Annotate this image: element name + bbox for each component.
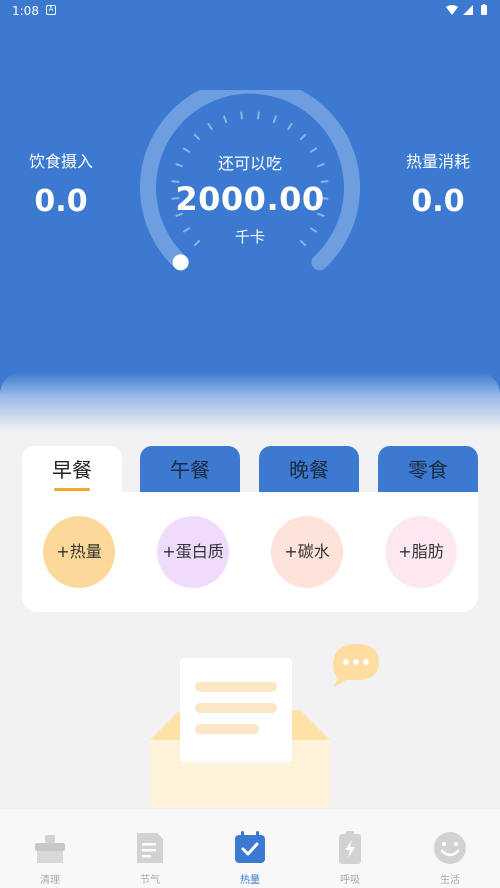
add-carbs-button[interactable]: +碳水 — [271, 516, 343, 588]
tab-lunch[interactable]: 午餐 — [140, 446, 240, 492]
tab-dinner[interactable]: 晚餐 — [259, 446, 359, 492]
gauge-tick — [223, 115, 228, 123]
status-time: 1:08 — [12, 4, 39, 18]
nav-label-calories: 热量 — [240, 875, 260, 886]
calendar-check-icon — [235, 831, 265, 863]
nav-label-clean: 清理 — [40, 875, 60, 886]
remaining-label: 还可以吃 — [217, 154, 282, 173]
nav-item-solar-terms[interactable]: 节气 — [100, 809, 200, 888]
tab-breakfast-label: 早餐 — [52, 458, 92, 482]
bottom-nav: 清理 节气 热量 呼吸 生活 — [0, 808, 500, 888]
add-protein-button[interactable]: +蛋白质 — [157, 516, 229, 588]
nav-item-breathe[interactable]: 呼吸 — [300, 809, 400, 888]
gauge-tick — [257, 111, 260, 120]
burned-stat: 热量消耗 0.0 — [378, 148, 498, 219]
header-fade — [0, 372, 500, 432]
burned-label: 热量消耗 — [405, 152, 470, 171]
header-panel: 1:08 A 饮食摄入 0.0 还可以吃 2000.00 千卡 热量消耗 0.0 — [0, 0, 500, 430]
notification-icon: A — [46, 5, 56, 15]
broom-icon — [35, 835, 65, 863]
status-icons — [446, 4, 490, 16]
add-fat-button[interactable]: +脂肪 — [385, 516, 457, 588]
nav-item-life[interactable]: 生活 — [400, 809, 500, 888]
tab-snack[interactable]: 零食 — [378, 446, 478, 492]
remaining-value: 2000.00 — [175, 180, 325, 218]
tab-active-indicator — [54, 488, 90, 491]
intake-value: 0.0 — [34, 184, 88, 219]
tab-breakfast[interactable]: 早餐 — [22, 446, 122, 492]
nav-item-calories[interactable]: 热量 — [200, 809, 300, 888]
add-protein-label: +蛋白质 — [162, 542, 224, 561]
nav-label-breathe: 呼吸 — [340, 875, 360, 886]
signal-icon — [463, 5, 473, 15]
add-carbs-label: +碳水 — [284, 542, 330, 561]
wifi-icon — [446, 5, 458, 15]
nav-item-clean[interactable]: 清理 — [0, 809, 100, 888]
add-fat-label: +脂肪 — [398, 542, 444, 561]
battery-icon — [481, 4, 487, 15]
empty-state-illustration — [150, 644, 379, 810]
gauge-tick — [193, 133, 201, 141]
burned-value: 0.0 — [411, 184, 465, 219]
add-calories-button[interactable]: +热量 — [43, 516, 115, 588]
chat-bubble-icon — [333, 644, 379, 687]
tab-lunch-label: 午餐 — [170, 458, 210, 482]
tab-snack-label: 零食 — [408, 458, 448, 482]
gauge-tick — [272, 115, 277, 123]
status-bar: 1:08 A — [0, 0, 500, 24]
add-calories-label: +热量 — [56, 542, 102, 561]
gauge-tick — [299, 133, 307, 141]
intake-label: 饮食摄入 — [28, 152, 93, 171]
nav-label-life: 生活 — [440, 875, 460, 886]
gauge-tick — [240, 111, 243, 120]
nav-label-solar-terms: 节气 — [140, 875, 160, 886]
gauge-knob — [172, 254, 189, 271]
remaining-unit: 千卡 — [234, 228, 265, 246]
nutrient-panel: +热量 +蛋白质 +碳水 +脂肪 — [22, 492, 478, 612]
smile-icon — [434, 832, 466, 864]
battery-bolt-icon — [339, 831, 361, 864]
remaining-display: 还可以吃 2000.00 千卡 — [140, 150, 360, 247]
tab-dinner-label: 晚餐 — [289, 458, 329, 482]
gauge-tick — [207, 123, 213, 130]
document-icon — [137, 833, 163, 863]
meal-card: 早餐 午餐 晚餐 零食 +热量 +蛋白质 +碳水 +脂肪 — [22, 446, 478, 612]
gauge-tick — [287, 123, 293, 130]
intake-stat: 饮食摄入 0.0 — [1, 148, 121, 219]
